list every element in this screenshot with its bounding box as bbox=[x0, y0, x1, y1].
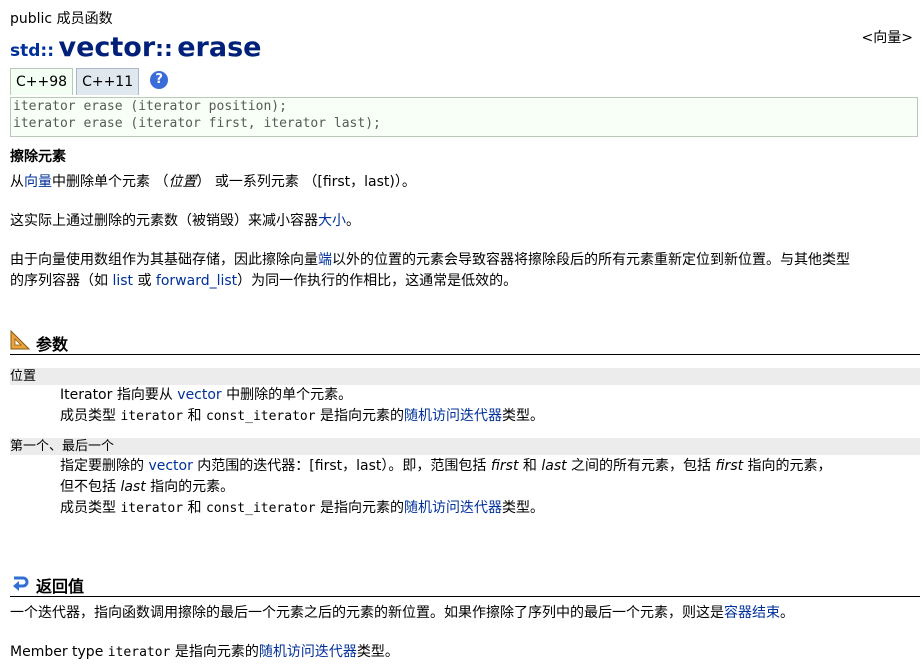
description-line: 这实际上通过删除的元素数（被销毁）来减小容器大小。 bbox=[10, 211, 915, 232]
forward-list-link[interactable]: forward_list bbox=[156, 273, 237, 289]
text: 内范围的迭代器：[first，last）。即，范围包括 bbox=[192, 458, 491, 474]
params-section-header: 参数 bbox=[10, 328, 920, 355]
vector-link[interactable]: vector bbox=[148, 458, 192, 474]
container-end-link[interactable]: 容器结束 bbox=[724, 605, 780, 621]
random-access-iterator-link[interactable]: 随机访问迭代器 bbox=[404, 408, 502, 424]
section-title: 参数 bbox=[36, 335, 69, 354]
member-kind: public 成员函数 bbox=[10, 11, 113, 27]
text: 指向的元素， bbox=[743, 458, 832, 474]
end-link[interactable]: 端 bbox=[318, 252, 332, 268]
section-title: 返回值 bbox=[36, 577, 85, 596]
param-term: 第一个、最后一个 bbox=[10, 438, 920, 455]
text: ）为同一作执行的作相比，这通常是低效的。 bbox=[237, 273, 518, 289]
header-link[interactable]: <向量> bbox=[862, 27, 913, 47]
description-line: 从向量中删除单个元素 （位置） 或一系列元素 （[first，last)）。 bbox=[10, 172, 915, 193]
summary: 擦除元素 bbox=[10, 149, 66, 165]
text: 中删除的单个元素。 bbox=[221, 387, 353, 403]
text: 是指向元素的 bbox=[170, 644, 259, 660]
return-description: Member type iterator 是指向元素的随机访问迭代器类型。 bbox=[10, 642, 915, 663]
text: 之间的所有元素，包括 bbox=[566, 458, 716, 474]
text: 成员类型 bbox=[60, 500, 121, 516]
emphasis: first bbox=[715, 458, 744, 474]
code: const_iterator bbox=[205, 501, 316, 516]
emphasis: 位置 bbox=[168, 174, 197, 190]
emphasis: last bbox=[541, 458, 567, 474]
text: 类型。 bbox=[502, 500, 545, 516]
text: 和 bbox=[518, 458, 542, 474]
text: 由于向量使用数组作为其基础存储，因此擦除向量 bbox=[10, 252, 318, 268]
list-link[interactable]: list bbox=[112, 273, 133, 289]
ruler-icon bbox=[10, 330, 30, 350]
text: 和 bbox=[183, 500, 206, 516]
return-arrow-icon bbox=[13, 576, 29, 591]
class-name-link[interactable]: vector bbox=[58, 32, 155, 63]
param-description: 成员类型 iterator 和 const_iterator 是指向元素的随机访… bbox=[60, 406, 918, 427]
code: iterator bbox=[120, 409, 184, 424]
text: 中删除单个元素 （ bbox=[52, 174, 169, 190]
vector-link[interactable]: vector bbox=[177, 387, 221, 403]
text: Iterator 指向要从 bbox=[60, 387, 178, 403]
param-term: 位置 bbox=[10, 368, 920, 385]
return-section-header: 返回值 bbox=[10, 570, 920, 597]
text: 或 bbox=[133, 273, 156, 289]
tab-cpp98[interactable]: C++98 bbox=[10, 68, 74, 95]
text: 但不包括 bbox=[60, 479, 121, 495]
scope-separator: :: bbox=[155, 37, 173, 62]
text: 一个迭代器，指向函数调用擦除的最后一个元素之后的元素的新位置。如果作擦除了序列中… bbox=[10, 605, 724, 621]
text: 。 bbox=[346, 213, 360, 229]
namespace-link[interactable]: std:: bbox=[10, 41, 54, 61]
text: 类型。 bbox=[502, 408, 545, 424]
code: iterator bbox=[120, 501, 184, 516]
text: 和 bbox=[183, 408, 206, 424]
param-description: Iterator 指向要从 vector 中删除的单个元素。 bbox=[60, 385, 918, 406]
text: Member type bbox=[10, 644, 108, 660]
text: 是指向元素的 bbox=[315, 408, 405, 424]
text: 指定要删除的 bbox=[60, 458, 149, 474]
emphasis: first bbox=[490, 458, 519, 474]
param-description: 成员类型 iterator 和 const_iterator 是指向元素的随机访… bbox=[60, 498, 918, 519]
text: ） 或一系列元素 （[first，last)）。 bbox=[196, 174, 416, 190]
param-description: 但不包括 last 指向的元素。 bbox=[60, 477, 918, 498]
text: 以外的位置的元素会导致容器将擦除段后的所有元素重新定位到新位置。与其他类型 bbox=[332, 252, 850, 268]
prototype-line: iterator erase (iterator position); bbox=[13, 99, 287, 114]
text: 。 bbox=[780, 605, 794, 621]
size-link[interactable]: 大小 bbox=[318, 213, 346, 229]
prototype-line: iterator erase (iterator first, iterator… bbox=[13, 116, 381, 131]
return-description: 一个迭代器，指向函数调用擦除的最后一个元素之后的元素的新位置。如果作擦除了序列中… bbox=[10, 603, 915, 624]
text: 成员类型 bbox=[60, 408, 121, 424]
standard-tabs: C++98 C++11 ? bbox=[10, 68, 169, 97]
page-title: std:: vector:: erase bbox=[10, 30, 261, 66]
vector-link[interactable]: 向量 bbox=[24, 174, 52, 190]
tab-cpp11[interactable]: C++11 bbox=[76, 68, 140, 95]
emphasis: last bbox=[120, 479, 146, 495]
code: iterator bbox=[107, 645, 171, 660]
text: 类型。 bbox=[356, 644, 399, 660]
code: const_iterator bbox=[205, 409, 316, 424]
text: 这实际上通过删除的元素数（被销毁）来减小容器 bbox=[10, 213, 318, 229]
prototype-box: iterator erase (iterator position); iter… bbox=[10, 97, 918, 137]
function-name: erase bbox=[177, 32, 262, 63]
text: 从 bbox=[10, 174, 24, 190]
param-description: 指定要删除的 vector 内范围的迭代器：[first，last）。即，范围包… bbox=[60, 456, 918, 477]
random-access-iterator-link[interactable]: 随机访问迭代器 bbox=[259, 644, 357, 660]
help-icon[interactable]: ? bbox=[150, 71, 169, 89]
random-access-iterator-link[interactable]: 随机访问迭代器 bbox=[404, 500, 502, 516]
text: 的序列容器（如 bbox=[10, 273, 113, 289]
text: 指向的元素。 bbox=[145, 479, 235, 495]
text: 是指向元素的 bbox=[315, 500, 405, 516]
description-paragraph: 由于向量使用数组作为其基础存储，因此擦除向量端以外的位置的元素会导致容器将擦除段… bbox=[10, 250, 915, 292]
